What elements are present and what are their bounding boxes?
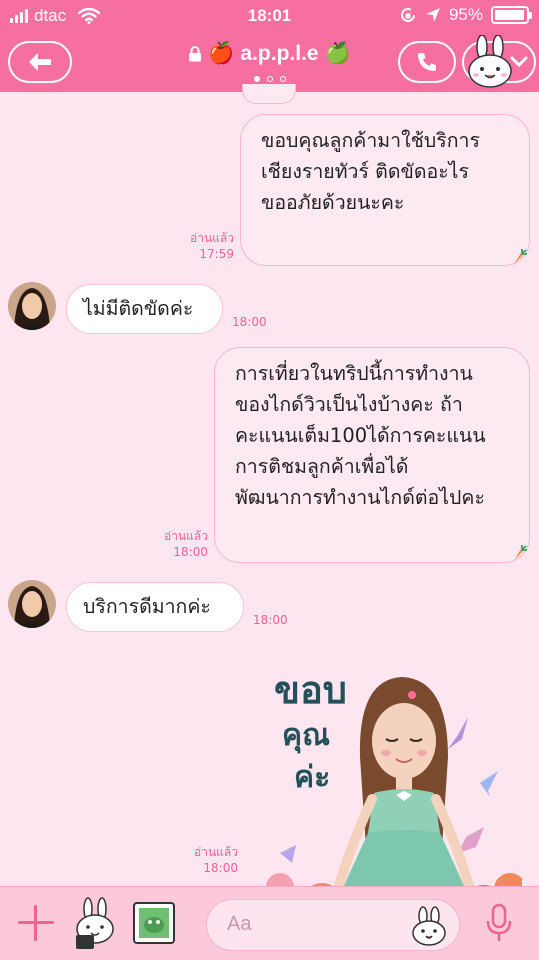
message-line: ขอบคุณลูกค้ามาใช้บริการ bbox=[261, 129, 480, 152]
carrot-icon bbox=[514, 545, 527, 560]
message-line: บริการดีมากค่ะ bbox=[83, 595, 211, 618]
message-meta: อ่านแล้ว 18:00 bbox=[150, 528, 208, 560]
chat-title[interactable]: 🍎 a.p.p.l.e 🍏 bbox=[0, 42, 539, 66]
plus-icon[interactable] bbox=[18, 905, 54, 941]
battery-percent: 95% bbox=[448, 5, 483, 24]
page-indicator bbox=[0, 76, 539, 82]
read-label: อ่านแล้ว bbox=[164, 529, 208, 543]
message-input-placeholder: Aa bbox=[227, 913, 252, 935]
bunny-avatar-icon bbox=[468, 35, 512, 88]
battery-icon bbox=[491, 6, 532, 24]
phone-icon bbox=[418, 53, 436, 71]
sticker-text-line: ขอบ bbox=[274, 668, 347, 712]
incoming-message-bubble[interactable]: บริการดีมากค่ะ bbox=[66, 582, 244, 632]
incoming-message-bubble[interactable]: ไม่มีติดขัดค่ะ bbox=[66, 284, 223, 334]
location-icon bbox=[425, 8, 440, 22]
lock-rotation-icon bbox=[401, 8, 415, 22]
previous-message-bubble bbox=[242, 84, 296, 104]
contact-avatar[interactable] bbox=[8, 580, 56, 628]
photo-icon[interactable] bbox=[132, 901, 176, 945]
read-label: อ่านแล้ว bbox=[194, 845, 238, 859]
status-bar: dtac 18:01 95% bbox=[0, 0, 539, 32]
message-line: พัฒนาการทำงานไกด์ต่อไปคะ bbox=[235, 486, 485, 509]
outgoing-message-bubble[interactable]: การเที่ยวในทริปนี้การทำงาน ของไกด์วิวเป็… bbox=[214, 347, 530, 563]
sticker-icon[interactable] bbox=[72, 897, 118, 951]
lock-icon bbox=[189, 46, 202, 62]
message-meta: อ่านแล้ว 17:59 bbox=[178, 230, 234, 262]
message-line: ขออภัยด้วยนะคะ bbox=[261, 191, 405, 214]
message-meta: อ่านแล้ว 18:00 bbox=[180, 844, 238, 876]
message-time: 18:00 bbox=[232, 315, 267, 329]
read-label: อ่านแล้ว bbox=[190, 231, 234, 245]
message-line: ของไกด์วิวเป็นไงบ้างคะ ถ้า bbox=[235, 393, 463, 416]
message-line: คะแนนเต็ม100ได้การคะแนน bbox=[235, 424, 486, 447]
chat-header: 🍎 a.p.p.l.e 🍏 bbox=[0, 32, 539, 92]
call-button[interactable] bbox=[398, 41, 456, 83]
title-text: a.p.p.l.e bbox=[240, 42, 319, 65]
chat-area[interactable]: อ่านแล้ว 17:59 ขอบคุณลูกค้ามาใช้บริการ เ… bbox=[0, 84, 539, 939]
page-dot bbox=[266, 76, 273, 82]
message-time: 18:00 bbox=[203, 861, 238, 875]
carrot-icon bbox=[514, 249, 527, 264]
page-dot bbox=[279, 76, 286, 82]
sticker-text-line: คุณ bbox=[282, 718, 330, 754]
message-time: 17:59 bbox=[199, 247, 234, 261]
outgoing-message-bubble[interactable]: ขอบคุณลูกค้ามาใช้บริการ เชียงรายทัวร์ ติ… bbox=[240, 114, 530, 266]
message-composer: Aa bbox=[0, 886, 539, 960]
mic-icon[interactable] bbox=[484, 903, 514, 943]
contact-avatar[interactable] bbox=[8, 282, 56, 330]
emoji-icon[interactable] bbox=[409, 906, 449, 946]
message-line: เชียงรายทัวร์ ติดขัดอะไร bbox=[261, 160, 469, 183]
sticker-text-line: ค่ะ bbox=[294, 760, 330, 795]
message-time: 18:00 bbox=[253, 613, 288, 627]
page-dot bbox=[253, 76, 260, 82]
title-emoji-suffix: 🍏 bbox=[324, 42, 351, 65]
message-time: 18:00 bbox=[173, 545, 208, 559]
message-line: ไม่มีติดขัดค่ะ bbox=[83, 297, 194, 320]
title-emoji-prefix: 🍎 bbox=[208, 42, 235, 65]
message-line: การติชมลูกค้าเพื่อได้ bbox=[235, 455, 409, 478]
message-input[interactable]: Aa bbox=[206, 899, 460, 951]
message-line: การเที่ยวในทริปนี้การทำงาน bbox=[235, 362, 473, 385]
